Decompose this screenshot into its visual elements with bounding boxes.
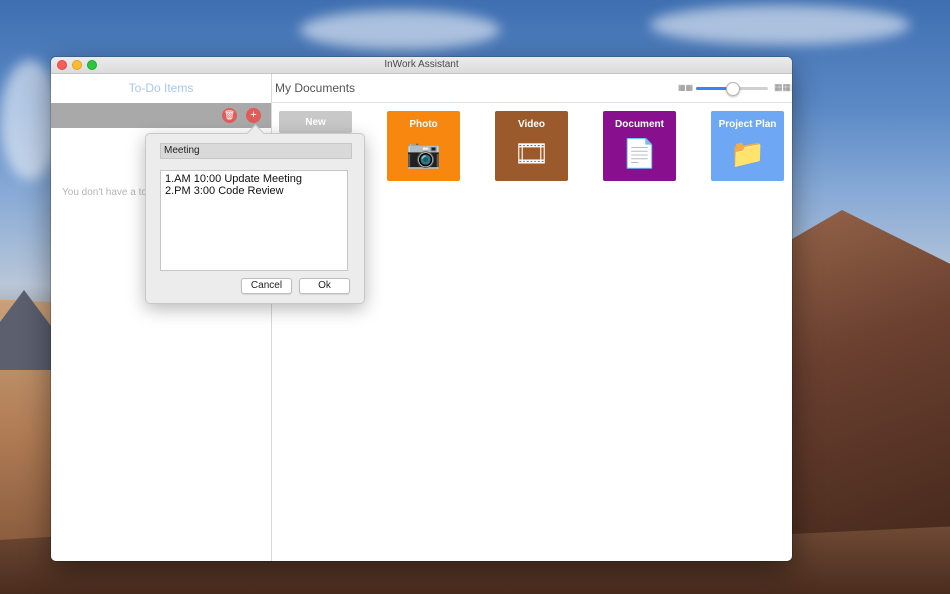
new-document-tile[interactable]: New (279, 111, 352, 133)
zoom-slider[interactable] (696, 82, 768, 96)
todo-notes-field[interactable]: 1.AM 10:00 Update Meeting 2.PM 3:00 Code… (160, 170, 348, 271)
camera-icon: 📷 (406, 138, 441, 169)
document-tile[interactable]: Document 📄 (603, 111, 676, 181)
folder-icon: 📁 (730, 138, 765, 169)
document-icon: 📄 (622, 138, 657, 169)
sidebar-toolbar: 🗑 + (51, 103, 271, 128)
page-title: My Documents (275, 81, 356, 95)
cancel-button[interactable]: Cancel (241, 278, 292, 294)
tile-label: Photo (409, 119, 438, 130)
cloud (300, 10, 500, 50)
todo-title-field[interactable]: Meeting (160, 143, 352, 159)
grid-small-icon[interactable]: ▦▦ (678, 84, 693, 92)
tile-label: Project Plan (718, 119, 777, 130)
add-todo-button[interactable]: + (246, 108, 261, 123)
grid-large-icon[interactable]: ▦▦▦ (774, 83, 792, 92)
empty-state-text: You don't have a to (62, 187, 147, 198)
photo-tile[interactable]: Photo 📷 (387, 111, 460, 181)
trash-icon: 🗑 (223, 110, 236, 120)
title-bar[interactable]: InWork Assistant (51, 57, 792, 74)
delete-todo-button[interactable]: 🗑 (222, 108, 237, 123)
film-icon: 🎞 (513, 138, 550, 169)
plus-icon: + (250, 109, 257, 121)
ok-button[interactable]: Ok (299, 278, 350, 294)
zoom-slider-thumb[interactable] (726, 82, 740, 96)
window-title: InWork Assistant (384, 59, 459, 70)
tile-label: New (305, 117, 326, 128)
video-tile[interactable]: Video 🎞 (495, 111, 568, 181)
new-todo-popover: Meeting 1.AM 10:00 Update Meeting 2.PM 3… (145, 124, 365, 304)
documents-header: My Documents ▦▦ ▦▦▦ (272, 74, 792, 103)
sidebar-title: To-Do Items (128, 81, 194, 95)
cloud (650, 5, 910, 45)
tile-label: Video (517, 119, 546, 130)
project-plan-tile[interactable]: Project Plan 📁 (711, 111, 784, 181)
tile-label: Document (615, 119, 664, 130)
